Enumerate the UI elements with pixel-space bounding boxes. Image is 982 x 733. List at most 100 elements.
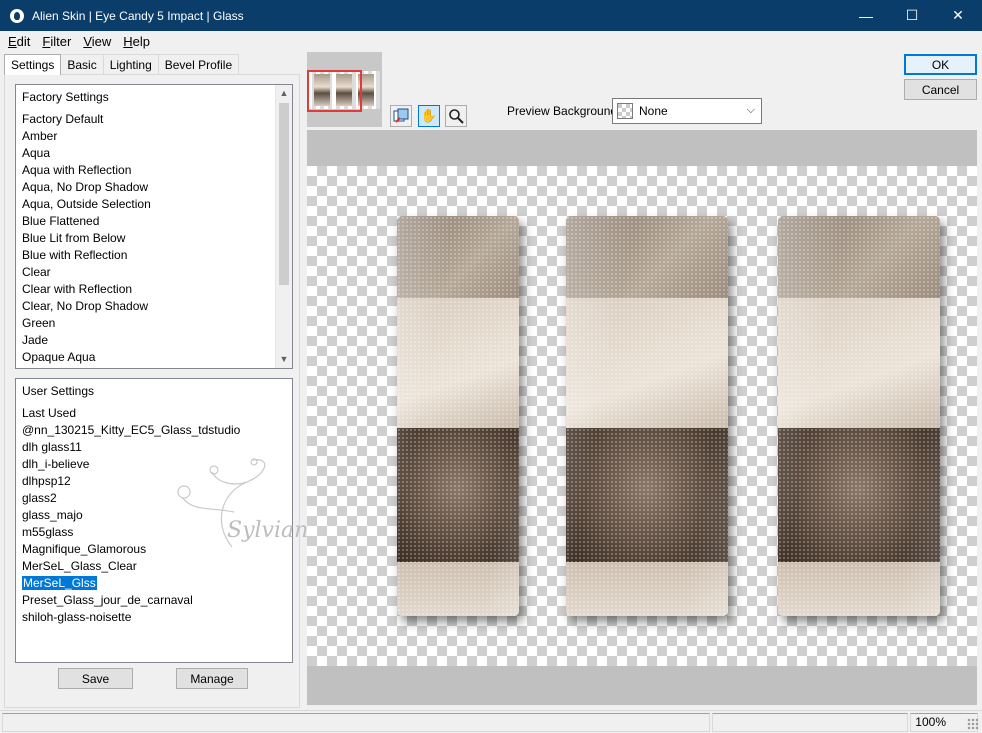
hand-tool-button[interactable]: ✋ — [418, 105, 440, 127]
factory-settings-item-label: Clear, No Drop Shadow — [22, 299, 149, 313]
navigator-viewport-frame[interactable] — [307, 70, 362, 112]
tab-basic[interactable]: Basic — [60, 54, 104, 74]
factory-settings-item-label: Aqua with Reflection — [22, 163, 132, 177]
resize-grip-icon[interactable] — [967, 718, 979, 730]
cancel-button[interactable]: Cancel — [904, 79, 977, 100]
user-settings-item-label: @nn_130215_Kitty_EC5_Glass_tdstudio — [22, 423, 241, 437]
factory-settings-item-label: Factory Default — [22, 112, 104, 126]
user-settings-item[interactable]: shiloh-glass-noisette — [22, 609, 274, 626]
preview-background-select[interactable]: None ⌵ — [612, 98, 762, 124]
user-settings-item-label: dlh glass11 — [22, 440, 82, 454]
manage-button[interactable]: Manage — [176, 668, 248, 689]
save-button[interactable]: Save — [58, 668, 133, 689]
user-settings-item-label: MerSeL_Glass_Clear — [22, 559, 137, 573]
scroll-down-icon[interactable]: ▼ — [276, 351, 292, 368]
user-settings-item-label: Last Used — [22, 406, 77, 420]
tab-bevel-profile[interactable]: Bevel Profile — [157, 54, 240, 74]
glass-panel-middle — [566, 216, 728, 616]
factory-settings-item[interactable]: Clear, No Drop Shadow — [22, 298, 274, 315]
user-settings-item-label: MerSeL_Glss — [21, 575, 98, 591]
menu-edit[interactable]: Edit — [4, 34, 34, 49]
user-settings-item[interactable]: Preset_Glass_jour_de_carnaval — [22, 592, 274, 609]
user-settings-item-label: m55glass — [22, 525, 74, 539]
minimize-button[interactable]: — — [843, 0, 889, 31]
window-title: Alien Skin | Eye Candy 5 Impact | Glass — [32, 8, 244, 23]
factory-settings-item-label: Opaque Aqua — [22, 350, 96, 364]
factory-settings-item[interactable]: Opaque Aqua — [22, 349, 274, 366]
user-settings-item[interactable]: MerSeL_Glass_Clear — [22, 558, 274, 575]
preview-canvas[interactable] — [307, 166, 977, 666]
factory-settings-list[interactable]: Factory Settings Factory Default Amber Aqu… — [15, 84, 293, 369]
factory-settings-item[interactable]: Aqua with Reflection — [22, 162, 274, 179]
preview-toggle-button[interactable] — [390, 105, 412, 127]
ok-button[interactable]: OK — [904, 54, 977, 75]
factory-settings-item[interactable]: Clear with Reflection — [22, 281, 274, 298]
status-cell-main — [2, 713, 710, 732]
tab-strip: Settings Basic Lighting Bevel Profile — [4, 54, 240, 75]
preview-toggle-icon — [393, 108, 409, 123]
user-settings-item[interactable]: m55glass — [22, 524, 274, 541]
hand-icon: ✋ — [420, 108, 438, 123]
user-settings-item-label: Preset_Glass_jour_de_carnaval — [22, 593, 193, 607]
user-settings-item[interactable]: @nn_130215_Kitty_EC5_Glass_tdstudio — [22, 422, 274, 439]
preview-background-value: None — [639, 104, 668, 118]
chevron-down-icon: ⌵ — [746, 104, 755, 116]
glass-panel-left — [397, 216, 519, 616]
title-bar: Alien Skin | Eye Candy 5 Impact | Glass … — [0, 0, 982, 31]
factory-settings-header: Factory Settings — [22, 90, 109, 104]
zoom-level: 100% — [915, 715, 946, 729]
factory-settings-item[interactable]: Blue Flattened — [22, 213, 274, 230]
background-swatch — [617, 103, 633, 119]
factory-settings-item-label: Aqua, Outside Selection — [22, 197, 151, 211]
factory-settings-item[interactable]: Aqua, Outside Selection — [22, 196, 274, 213]
close-button[interactable]: ✕ — [935, 0, 981, 31]
factory-settings-item-label: Amber — [22, 129, 58, 143]
factory-settings-item[interactable]: Factory Default — [22, 111, 274, 128]
user-settings-item-label: dlh_i-believe — [22, 457, 90, 471]
user-settings-item-label: shiloh-glass-noisette — [22, 610, 132, 624]
user-settings-item[interactable]: Last Used — [22, 405, 274, 422]
user-settings-item[interactable]: glass_majo — [22, 507, 274, 524]
menu-filter[interactable]: Filter — [38, 34, 75, 49]
factory-settings-item-label: Green — [22, 316, 56, 330]
status-bar: 100% — [0, 710, 982, 733]
factory-settings-item[interactable]: Aqua — [22, 145, 274, 162]
scroll-thumb[interactable] — [279, 103, 289, 285]
tab-lighting[interactable]: Lighting — [102, 54, 159, 74]
zoom-tool-button[interactable] — [445, 105, 467, 127]
scroll-up-icon[interactable]: ▲ — [276, 85, 292, 102]
factory-settings-item[interactable]: Blue Lit from Below — [22, 230, 274, 247]
glass-panel-right — [778, 216, 940, 616]
factory-settings-item-label: Aqua, No Drop Shadow — [22, 180, 149, 194]
factory-settings-item[interactable]: Amber — [22, 128, 274, 145]
factory-settings-item[interactable]: Aqua, No Drop Shadow — [22, 179, 274, 196]
zoom-icon — [449, 109, 464, 124]
menu-view[interactable]: View — [79, 34, 115, 49]
factory-settings-item[interactable]: Clear — [22, 264, 274, 281]
factory-scrollbar[interactable]: ▲ ▼ — [275, 85, 292, 368]
user-settings-item[interactable]: MerSeL_Glss — [21, 575, 274, 592]
preview-area[interactable] — [307, 130, 977, 705]
maximize-button[interactable]: ☐ — [889, 0, 935, 31]
factory-settings-item[interactable]: Blue with Reflection — [22, 247, 274, 264]
factory-settings-item-label: Clear — [22, 265, 51, 279]
user-settings-item[interactable]: dlhpsp12 — [22, 473, 274, 490]
factory-settings-item[interactable]: Jade — [22, 332, 274, 349]
user-settings-item[interactable]: Magnifique_Glamorous — [22, 541, 274, 558]
menu-help[interactable]: Help — [119, 34, 154, 49]
user-settings-list[interactable]: User Settings Last Used @nn_130215_Kitty_… — [15, 378, 293, 663]
user-settings-item[interactable]: dlh glass11 — [22, 439, 274, 456]
preview-background-label: Preview Background: — [507, 104, 621, 118]
user-settings-item-label: glass_majo — [22, 508, 83, 522]
user-settings-item-label: Magnifique_Glamorous — [22, 542, 147, 556]
factory-settings-item-label: Clear with Reflection — [22, 282, 133, 296]
user-settings-item-label: glass2 — [22, 491, 57, 505]
user-settings-item[interactable]: dlh_i-believe — [22, 456, 274, 473]
tab-settings[interactable]: Settings — [4, 54, 62, 75]
factory-settings-item-label: Blue Lit from Below — [22, 231, 126, 245]
user-settings-header: User Settings — [22, 384, 95, 398]
user-settings-item[interactable]: glass2 — [22, 490, 274, 507]
settings-panel: Factory Settings Factory Default Amber Aqu… — [4, 74, 300, 708]
app-icon — [10, 8, 24, 23]
factory-settings-item[interactable]: Green — [22, 315, 274, 332]
